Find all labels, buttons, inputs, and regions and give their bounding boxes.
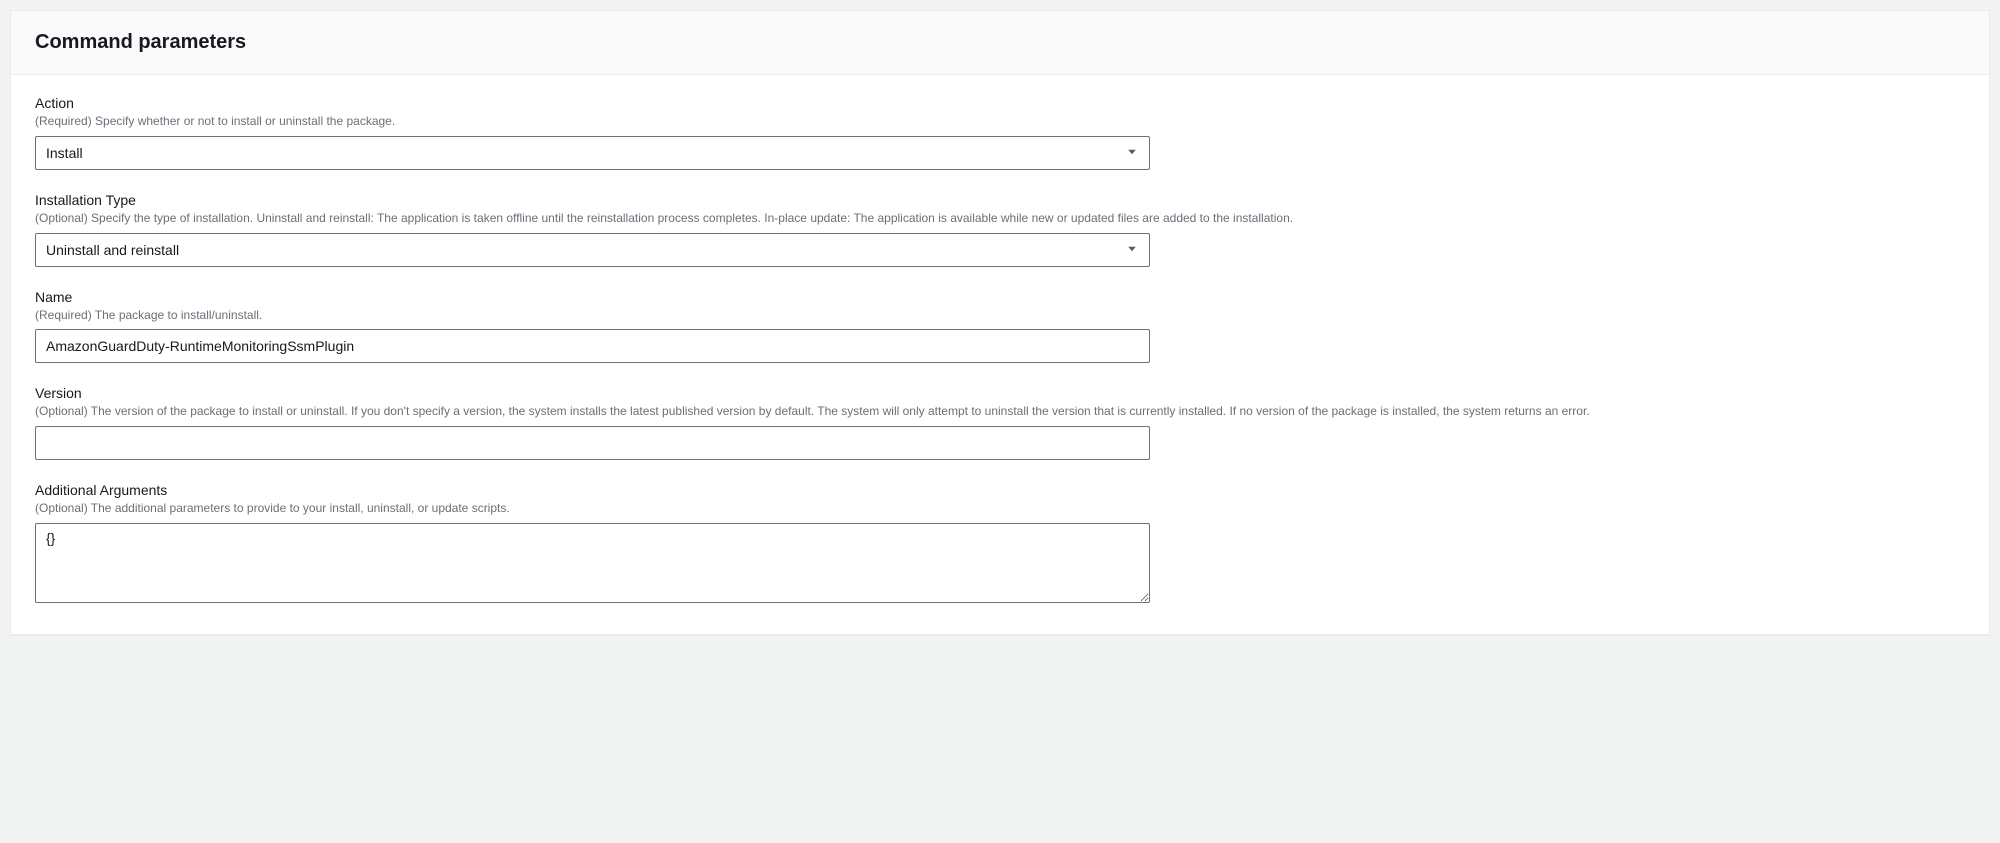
field-installation-type: Installation Type (Optional) Specify the… [35,192,1965,267]
action-select-value[interactable]: Install [35,136,1150,170]
name-input[interactable] [35,329,1150,363]
version-input[interactable] [35,426,1150,460]
additional-arguments-label: Additional Arguments [35,482,1965,498]
name-hint: (Required) The package to install/uninst… [35,307,1965,324]
field-name: Name (Required) The package to install/u… [35,289,1965,364]
additional-arguments-hint: (Optional) The additional parameters to … [35,500,1965,517]
field-action: Action (Required) Specify whether or not… [35,95,1965,170]
additional-arguments-textarea[interactable] [35,523,1150,603]
version-label: Version [35,385,1965,401]
field-version: Version (Optional) The version of the pa… [35,385,1965,460]
panel-header: Command parameters [11,11,1989,75]
installation-type-hint: (Optional) Specify the type of installat… [35,210,1965,227]
name-label: Name [35,289,1965,305]
installation-type-label: Installation Type [35,192,1965,208]
version-hint: (Optional) The version of the package to… [35,403,1965,420]
action-hint: (Required) Specify whether or not to ins… [35,113,1965,130]
installation-type-select-value[interactable]: Uninstall and reinstall [35,233,1150,267]
field-additional-arguments: Additional Arguments (Optional) The addi… [35,482,1965,606]
action-label: Action [35,95,1965,111]
command-parameters-panel: Command parameters Action (Required) Spe… [10,10,1990,635]
panel-title: Command parameters [35,31,1965,54]
panel-body: Action (Required) Specify whether or not… [11,75,1989,634]
installation-type-select[interactable]: Uninstall and reinstall [35,233,1150,267]
action-select[interactable]: Install [35,136,1150,170]
